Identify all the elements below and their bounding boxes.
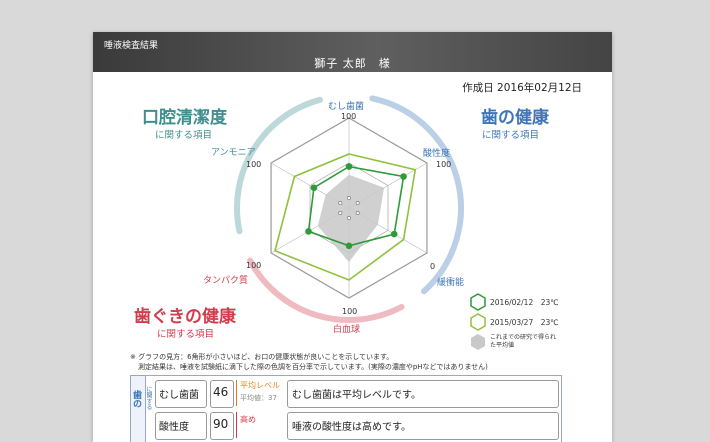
- axis-max-top: 100: [341, 112, 357, 121]
- ring-gums: [247, 257, 405, 323]
- legend-hex-average: [471, 334, 485, 350]
- series-1-point: [390, 230, 398, 238]
- axis-label-ammonia: アンモニア: [211, 148, 256, 158]
- legend-series-1: 2016/02/12 23℃: [490, 298, 559, 307]
- side-label: 歯の: [131, 390, 141, 408]
- series-1-point: [400, 173, 407, 180]
- table-row-1-average: 平均値：37: [240, 394, 277, 402]
- axis-label-protein: タンパク質: [203, 276, 249, 286]
- axis-max-upper-right: 100: [436, 160, 452, 169]
- ring-teeth: [369, 95, 464, 295]
- series-1-point: [305, 228, 312, 235]
- legend-hex-series-2: [470, 313, 486, 331]
- result-sheet: 唾液検査結果 獅子 太郎 様 作成日 2016年02月12日 口腔清潔度 に関す…: [93, 32, 612, 442]
- series-1-point: [345, 163, 353, 170]
- table-row-1-score: 46: [213, 385, 229, 399]
- note-line-2: 測定結果は、唾液を試験紙に滴下した際の色調を百分率で示しています。(実際の濃度や…: [138, 363, 488, 371]
- series-1-point: [345, 242, 353, 250]
- legend-average: これまでの研究で得られた平均値: [490, 334, 557, 349]
- axis-label-buffer: 緩衝能: [437, 278, 465, 288]
- inner-marker: [338, 211, 343, 215]
- axis-max-lower-left: 100: [246, 261, 262, 270]
- table-row-1-level: 平均レベル: [240, 381, 280, 390]
- inner-marker: [347, 216, 351, 220]
- axis-label-cavity-bacteria: むし歯菌: [328, 102, 365, 112]
- table-row-1-item: むし歯菌: [159, 390, 199, 401]
- axis-label-leukocyte: 白血球: [333, 325, 361, 335]
- series-1-point: [310, 184, 318, 192]
- side-label-small: に関する: [145, 386, 152, 410]
- inner-marker: [355, 211, 360, 215]
- axis-max-upper-left: 100: [246, 160, 262, 169]
- axis-max-lower-right: 0: [430, 262, 436, 271]
- inner-marker: [338, 201, 343, 205]
- table-row-2-score: 90: [213, 417, 229, 431]
- table-row-2-comment: 唾液の酸性度は高めです。: [292, 422, 411, 433]
- legend-series-2: 2015/03/27 23℃: [490, 318, 559, 327]
- note-line-1: ※ グラフの見方：6角形が小さいほど、お口の健康状態が良いことを示しています。: [130, 353, 394, 361]
- table-row-1-level-bar: [236, 380, 237, 406]
- table-row-1-comment: むし歯菌は平均レベルです。: [292, 390, 421, 401]
- series-average-area: [317, 174, 385, 262]
- side-label-cell: 歯の に関する: [131, 376, 152, 442]
- table-row-2-level: 高め: [240, 415, 256, 424]
- table-row-2-level-bar: [236, 412, 237, 438]
- axis-label-acidity: 酸性度: [423, 149, 451, 159]
- table-row-2-item: 酸性度: [159, 422, 189, 433]
- legend-hex-series-1: [470, 293, 486, 311]
- inner-marker: [355, 201, 360, 205]
- results-table: 歯の に関する むし歯菌 46 平均レベル 平均値：37 むし歯菌は平均レベルで…: [130, 375, 562, 442]
- inner-marker: [347, 196, 351, 200]
- axis-max-bottom: 100: [342, 307, 358, 316]
